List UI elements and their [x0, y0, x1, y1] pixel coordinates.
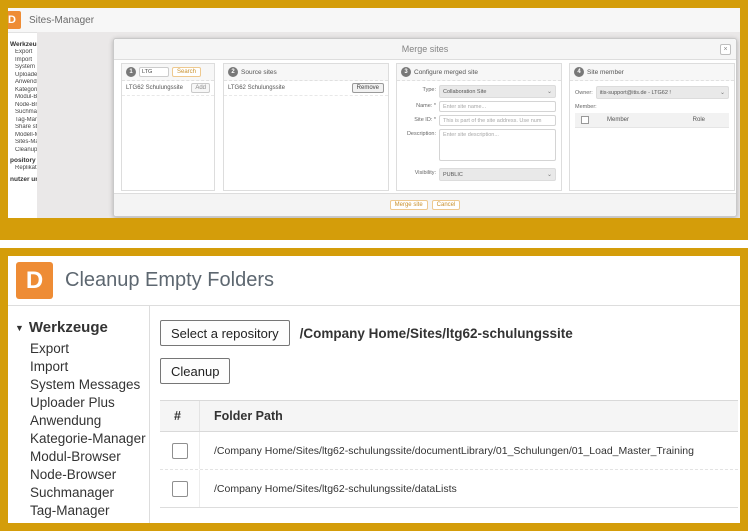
panel-4-title: Site member: [587, 69, 624, 76]
visibility-label: Visibility:: [402, 170, 436, 176]
screenshot-canvas: D Sites-Manager Werkzeug Export Import S…: [0, 0, 748, 531]
sidebar-item-import[interactable]: Import: [30, 358, 149, 376]
page-header: D Cleanup Empty Folders: [8, 256, 740, 306]
owner-select[interactable]: itis-support@itis.de - LTG62 ! ⌄: [596, 86, 729, 99]
sidebar-items: Export Import System Messages Uploader P…: [8, 340, 149, 520]
panel-3-title: Configure merged site: [414, 69, 478, 76]
cancel-button[interactable]: Cancel: [432, 200, 461, 210]
sidebar-item-modul-browser[interactable]: Modul-Browser: [30, 448, 149, 466]
select-all-checkbox[interactable]: [581, 116, 589, 124]
search-result-row: LTG62 Schulungssite Add: [122, 81, 214, 96]
sidebar-item-system-messages[interactable]: System Messages: [30, 376, 149, 394]
site-id-label: Site ID: *: [402, 117, 436, 123]
tools-sidebar: ▼ Werkzeuge Export Import System Message…: [8, 306, 150, 523]
sidebar-section-werkzeuge[interactable]: ▼ Werkzeuge: [8, 318, 149, 338]
panel-1-header: 1 Search: [122, 64, 214, 81]
dialog-footer: Merge site Cancel: [114, 193, 736, 216]
step-number-badge: 3: [401, 67, 411, 77]
panel-source-sites: 2 Source sites LTG62 Schulungssite Remov…: [223, 63, 389, 191]
member-table-header: Member Role: [575, 113, 729, 128]
step-number-badge: 2: [228, 67, 238, 77]
sidebar-item-export[interactable]: Export: [30, 340, 149, 358]
type-label: Type:: [402, 87, 436, 93]
name-label: Name: *: [402, 103, 436, 109]
sidebar-item-kategorie-manager[interactable]: Kategorie-Manager: [30, 430, 149, 448]
member-label: Member:: [575, 104, 597, 110]
row-checkbox[interactable]: [172, 443, 188, 459]
chevron-down-icon: ⌄: [720, 89, 725, 96]
row-checkbox[interactable]: [172, 481, 188, 497]
sidebar-item-uploader-plus[interactable]: Uploader Plus: [30, 394, 149, 412]
panel-4-header: 4 Site member: [570, 64, 734, 81]
window-title: Sites-Manager: [29, 8, 94, 33]
description-textarea[interactable]: [439, 129, 556, 161]
sidebar-item-tag-manager[interactable]: Tag-Manager: [30, 502, 149, 520]
table-header-row: # Folder Path: [160, 400, 738, 432]
triangle-down-icon: ▼: [15, 318, 24, 338]
visibility-select-value: PUBLIC: [443, 172, 463, 178]
member-column-header: Member: [607, 117, 629, 123]
source-site-label: LTG62 Schulungssite: [228, 85, 285, 91]
step-number-badge: 1: [126, 67, 136, 77]
number-column-header: #: [160, 401, 200, 431]
window-header: D Sites-Manager: [8, 8, 740, 33]
owner-select-value: itis-support@itis.de - LTG62 !: [600, 90, 671, 96]
app-logo: D: [3, 11, 21, 29]
app-logo: D: [16, 262, 53, 299]
cleanup-folders-window: D Cleanup Empty Folders ▼ Werkzeuge Expo…: [0, 248, 748, 531]
search-result-label: LTG62 Schulungssite: [126, 85, 183, 91]
sidebar-item-anwendung[interactable]: Anwendung: [30, 412, 149, 430]
source-site-row: LTG62 Schulungssite Remove: [224, 81, 388, 96]
panel-3-header: 3 Configure merged site: [397, 64, 561, 81]
page-title: Cleanup Empty Folders: [65, 256, 274, 305]
select-repository-button[interactable]: Select a repository: [160, 320, 290, 346]
panel-site-member: 4 Site member Owner: itis-support@itis.d…: [569, 63, 735, 191]
folder-path-cell: /Company Home/Sites/ltg62-schulungssite/…: [200, 445, 694, 457]
chevron-down-icon: ⌄: [547, 171, 552, 178]
configure-site-form: Type: Collaboration Site ⌄ Name: * Site …: [397, 81, 561, 185]
remove-button[interactable]: Remove: [352, 83, 384, 93]
add-button[interactable]: Add: [191, 83, 210, 93]
sidebar-item-node-browser[interactable]: Node-Browser: [30, 466, 149, 484]
merge-site-button[interactable]: Merge site: [390, 200, 428, 210]
dialog-title-bar: Merge sites: [114, 39, 736, 60]
folder-path-column-header: Folder Path: [200, 409, 283, 423]
sidebar-section-label: Werkzeuge: [29, 318, 108, 338]
table-row: /Company Home/Sites/ltg62-schulungssite/…: [160, 432, 738, 470]
folder-path-cell: /Company Home/Sites/ltg62-schulungssite/…: [200, 483, 457, 495]
sites-manager-window: D Sites-Manager Werkzeug Export Import S…: [0, 0, 748, 240]
merge-sites-dialog: Merge sites × 1 Search LTG62 Schulungssi…: [113, 38, 737, 217]
role-column-header: Role: [693, 117, 705, 123]
panel-configure-site: 3 Configure merged site Type: Collaborat…: [396, 63, 562, 191]
main-content: Select a repository /Company Home/Sites/…: [150, 306, 740, 523]
close-icon[interactable]: ×: [720, 44, 731, 55]
visibility-select[interactable]: PUBLIC ⌄: [439, 168, 556, 181]
site-name-input[interactable]: [439, 101, 556, 112]
step-number-badge: 4: [574, 67, 584, 77]
type-select[interactable]: Collaboration Site ⌄: [439, 85, 556, 98]
panel-2-header: 2 Source sites: [224, 64, 388, 81]
sidebar-item-suchmanager[interactable]: Suchmanager: [30, 484, 149, 502]
cleanup-button[interactable]: Cleanup: [160, 358, 230, 384]
panel-site-search: 1 Search LTG62 Schulungssite Add: [121, 63, 215, 191]
dialog-title: Merge sites: [114, 39, 736, 59]
type-select-value: Collaboration Site: [443, 89, 486, 95]
repository-path: /Company Home/Sites/ltg62-schulungssite: [300, 326, 573, 341]
owner-label: Owner:: [575, 90, 593, 96]
folders-table: # Folder Path /Company Home/Sites/ltg62-…: [160, 400, 738, 508]
chevron-down-icon: ⌄: [547, 88, 552, 95]
description-label: Description:: [402, 131, 436, 137]
table-row: /Company Home/Sites/ltg62-schulungssite/…: [160, 470, 738, 508]
site-search-input[interactable]: [139, 67, 169, 77]
search-button[interactable]: Search: [172, 67, 201, 77]
repository-row: Select a repository /Company Home/Sites/…: [160, 320, 573, 346]
site-id-input[interactable]: [439, 115, 556, 126]
panel-2-title: Source sites: [241, 69, 277, 76]
